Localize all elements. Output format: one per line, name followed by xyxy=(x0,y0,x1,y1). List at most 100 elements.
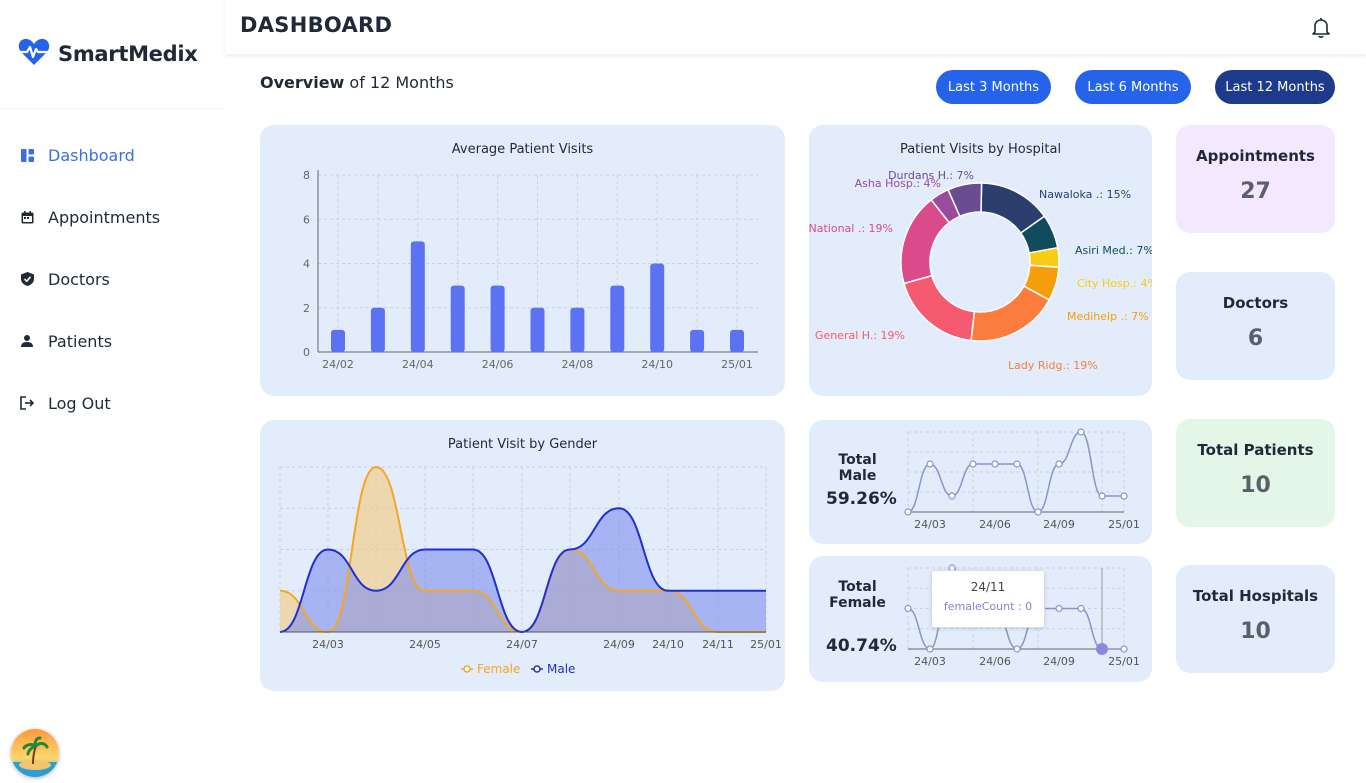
bar xyxy=(410,241,425,352)
top-header: DASHBOARD xyxy=(225,0,1366,54)
sidebar-item-label: Doctors xyxy=(48,269,110,289)
slice-label: Lady Ridg.: 19% xyxy=(1008,359,1098,372)
page-title: DASHBOARD xyxy=(240,13,393,37)
slice-label: Nawaloka .: 15% xyxy=(1039,188,1131,201)
x-tick-label: 24/04 xyxy=(402,358,434,371)
data-point xyxy=(1013,460,1021,468)
x-tick-label: 24/10 xyxy=(652,638,684,651)
stat-label: Appointments xyxy=(1196,147,1315,165)
slice-label: Medihelp .: 7% xyxy=(1067,310,1149,323)
hospital-visits-card: Patient Visits by Hospital Nawaloka .: 1… xyxy=(809,125,1152,396)
bar xyxy=(530,307,545,352)
sidebar-item-appointments[interactable]: Appointments xyxy=(0,196,225,238)
y-tick-label: 4 xyxy=(303,258,310,271)
data-point xyxy=(948,492,956,500)
bar xyxy=(331,329,345,352)
stat-card-total-patients[interactable]: Total Patients 10 xyxy=(1176,419,1335,527)
dashboard-icon xyxy=(20,148,34,162)
range-button-12-months[interactable]: Last 12 Months xyxy=(1215,70,1335,104)
stat-card-appointments[interactable]: Appointments 27 xyxy=(1176,125,1335,233)
x-tick-label: 24/03 xyxy=(914,655,946,668)
y-tick-label: 8 xyxy=(303,169,310,182)
x-tick-label: 24/06 xyxy=(979,518,1011,531)
sidebar-item-dashboard[interactable]: Dashboard xyxy=(0,134,225,176)
x-tick-label: 24/07 xyxy=(506,638,538,651)
range-button-6-months[interactable]: Last 6 Months xyxy=(1075,70,1191,104)
x-tick-label: 24/03 xyxy=(914,518,946,531)
bar xyxy=(690,329,705,352)
male-line-chart: 24/03 24/06 24/09 25/01 xyxy=(904,428,1140,531)
stat-value: 10 xyxy=(1240,619,1271,644)
stat-card-doctors[interactable]: Doctors 6 xyxy=(1176,272,1335,380)
x-tick-label: 24/09 xyxy=(1043,655,1075,668)
data-point xyxy=(904,508,912,516)
x-tick-label: 24/08 xyxy=(562,358,594,371)
stat-value: 10 xyxy=(1240,473,1271,498)
hover-point xyxy=(1096,643,1108,655)
sidebar-nav: Dashboard Appointments Doctors Patients xyxy=(0,134,225,444)
x-tick-label: 25/01 xyxy=(1108,655,1140,668)
person-icon xyxy=(20,334,34,348)
chart-tooltip: 24/11 femaleCount : 0 xyxy=(931,570,1045,628)
sidebar-item-label: Log Out xyxy=(48,393,111,413)
total-male-card: Total Male 59.26% 24/03 24/06 24/09 25/01 xyxy=(809,420,1152,544)
brand[interactable]: SmartMedix xyxy=(18,36,198,72)
data-point xyxy=(1120,645,1128,653)
donut-slice xyxy=(970,285,1051,342)
heartbeat-logo-icon xyxy=(18,38,50,70)
data-point xyxy=(1098,492,1106,500)
data-point xyxy=(904,604,912,613)
bar xyxy=(490,285,505,352)
app: SmartMedix Dashboard Appointments Doctor… xyxy=(0,0,1366,783)
stat-label: Total Hospitals xyxy=(1192,587,1319,605)
sidebar-item-label: Patients xyxy=(48,331,113,351)
bar xyxy=(570,307,585,352)
brand-name: SmartMedix xyxy=(58,42,198,66)
slice-label: General H.: 19% xyxy=(815,329,905,342)
x-tick-label: 24/06 xyxy=(482,358,514,371)
legend-marker xyxy=(533,665,541,673)
bar xyxy=(370,307,385,352)
slice-label: Asiri Med.: 7% xyxy=(1075,244,1152,257)
divider xyxy=(0,108,225,109)
slice-label: National .: 19% xyxy=(809,222,893,235)
x-tick-label: 24/05 xyxy=(409,638,441,651)
avg-visits-card: Average Patient Visits 0 2 4 6 8 24/02 24/04 24… xyxy=(260,125,785,396)
donut-slice xyxy=(903,274,976,342)
stat-label: Doctors xyxy=(1222,294,1289,312)
x-tick-label: 24/09 xyxy=(1043,518,1075,531)
overview-bold: Overview xyxy=(260,73,345,92)
gender-visits-card: Patient Visit by Gender 24/03 24/05 24/07 2… xyxy=(260,420,785,691)
range-button-3-months[interactable]: Last 3 Months xyxy=(936,70,1051,104)
data-point xyxy=(1120,492,1128,500)
legend-label: Male xyxy=(547,662,575,676)
bell-icon[interactable] xyxy=(1310,17,1332,39)
sidebar-item-label: Dashboard xyxy=(48,145,135,165)
y-tick-label: 0 xyxy=(303,346,310,359)
sidebar-item-patients[interactable]: Patients xyxy=(0,320,225,362)
data-point xyxy=(1055,460,1063,468)
stat-card-total-hospitals[interactable]: Total Hospitals 10 xyxy=(1176,565,1335,673)
data-point xyxy=(969,460,977,468)
bar xyxy=(730,329,744,352)
sidebar-item-doctors[interactable]: Doctors xyxy=(0,258,225,300)
area-chart: 24/03 24/05 24/07 24/09 24/10 24/11 25/01 Femal… xyxy=(279,465,782,676)
stat-value: 27 xyxy=(1240,179,1271,204)
sidebar-item-label: Appointments xyxy=(48,207,161,227)
donut-chart: Nawaloka .: 15% Asiri Med.: 7% City Hosp.:… xyxy=(809,169,1152,372)
y-tick-label: 2 xyxy=(303,302,310,315)
stat-label: Total Patients xyxy=(1197,441,1314,459)
avatar[interactable] xyxy=(11,729,59,777)
sidebar-item-logout[interactable]: Log Out xyxy=(0,382,225,424)
x-tick-label: 24/10 xyxy=(641,358,673,371)
bar xyxy=(610,285,625,352)
tooltip-title: 24/11 xyxy=(970,580,1006,594)
legend-label: Female xyxy=(477,662,520,676)
tooltip-body: femaleCount : 0 xyxy=(943,600,1033,613)
data-point xyxy=(1055,604,1063,613)
sidebar: SmartMedix Dashboard Appointments Doctor… xyxy=(0,0,225,783)
bar xyxy=(450,285,465,352)
data-point xyxy=(1077,428,1085,436)
stat-value: 6 xyxy=(1247,326,1264,351)
x-tick-label: 24/03 xyxy=(312,638,344,651)
